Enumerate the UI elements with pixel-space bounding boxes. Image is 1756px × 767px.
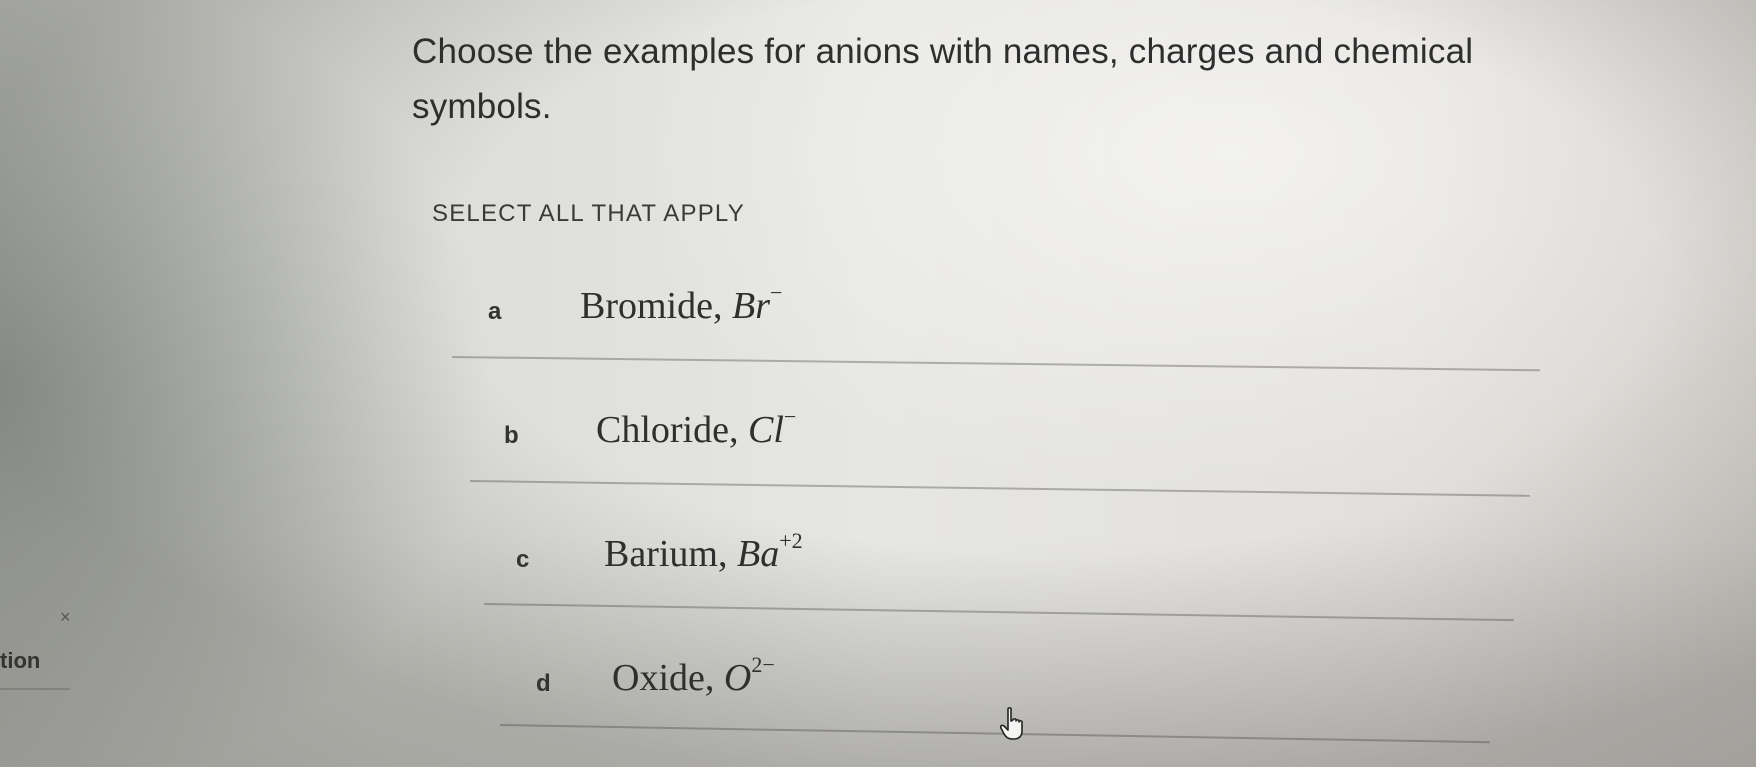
close-icon[interactable]: × bbox=[60, 607, 71, 628]
option-name: Barium, bbox=[604, 533, 728, 575]
answer-option-b[interactable]: b Chloride, Cl− bbox=[504, 400, 1584, 490]
option-charge: − bbox=[783, 404, 797, 430]
option-symbol: Br bbox=[731, 285, 770, 327]
option-label: Chloride, Cl− bbox=[596, 404, 796, 452]
option-letter: b bbox=[504, 422, 519, 449]
option-charge: +2 bbox=[779, 528, 803, 554]
option-symbol: Ba bbox=[736, 533, 780, 575]
option-letter: a bbox=[488, 298, 502, 325]
option-symbol: Cl bbox=[747, 409, 784, 451]
option-charge: 2− bbox=[751, 652, 775, 678]
option-charge: − bbox=[769, 280, 783, 306]
option-symbol: O bbox=[723, 657, 752, 699]
option-label: Oxide, O2− bbox=[612, 652, 775, 700]
option-name: Bromide, bbox=[580, 285, 723, 327]
option-name: Chloride, bbox=[596, 409, 739, 451]
answer-option-d[interactable]: d Oxide, O2− bbox=[536, 648, 1616, 738]
select-all-instruction: SELECT ALL THAT APPLY bbox=[432, 200, 745, 227]
sidebar-divider bbox=[0, 688, 70, 690]
answer-option-a[interactable]: a Bromide, Br− bbox=[488, 276, 1568, 366]
question-text: Choose the examples for anions with name… bbox=[412, 32, 1474, 126]
option-label: Barium, Ba+2 bbox=[604, 528, 803, 576]
option-letter: c bbox=[516, 546, 530, 573]
option-name: Oxide, bbox=[612, 657, 715, 699]
hand-pointer-icon bbox=[999, 707, 1030, 741]
sidebar-partial-label: tion bbox=[0, 648, 41, 673]
answer-option-c[interactable]: c Barium, Ba+2 bbox=[516, 524, 1596, 614]
option-letter: d bbox=[536, 670, 551, 697]
option-label: Bromide, Br− bbox=[580, 280, 782, 328]
